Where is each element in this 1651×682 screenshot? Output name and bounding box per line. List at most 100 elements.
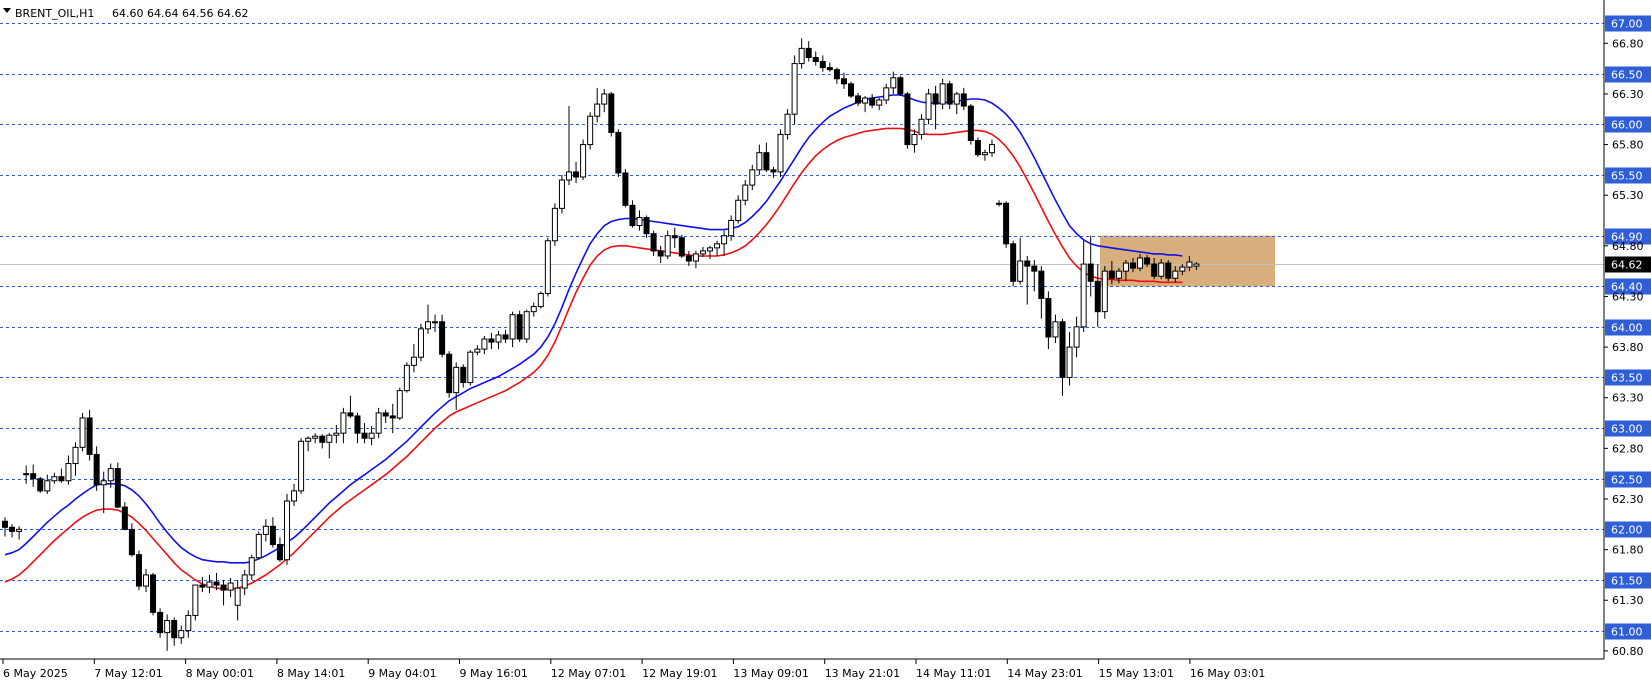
candle-body: [1108, 270, 1115, 279]
candle-body: [1130, 262, 1136, 269]
time-label: 13 May 21:01: [825, 667, 900, 680]
candle-body: [1038, 270, 1045, 299]
candle-body: [671, 235, 678, 239]
candle: [791, 55, 798, 125]
time-label: 6 May 2025: [3, 667, 68, 680]
candle-body: [396, 390, 403, 419]
candle-body: [960, 93, 967, 107]
candle-body: [819, 61, 826, 69]
candle: [974, 137, 981, 157]
candle-body: [784, 113, 791, 135]
candle-body: [312, 435, 319, 439]
candle: [446, 351, 453, 398]
candle-body: [481, 338, 488, 350]
candle-body: [685, 255, 692, 262]
candle-body: [30, 473, 37, 480]
candle-body: [537, 292, 544, 308]
candle-body: [446, 353, 453, 394]
candle-body: [432, 321, 439, 324]
candle-body: [883, 87, 890, 101]
time-label: 16 May 03:01: [1190, 667, 1265, 680]
level-label: 63.50: [1611, 372, 1643, 385]
candle-body: [213, 581, 220, 586]
candle-body: [777, 133, 784, 173]
candle: [897, 75, 904, 96]
price-tick-label: 61.80: [1612, 544, 1644, 557]
candle-body: [530, 306, 537, 313]
candle-body: [326, 434, 333, 443]
symbol-label: BRENT_OIL,H1: [15, 7, 94, 20]
candle-body: [629, 204, 636, 227]
candle-body: [150, 574, 157, 613]
price-tick-label: 60.80: [1612, 645, 1644, 658]
candle: [551, 203, 558, 246]
candle-body: [967, 105, 974, 142]
candle: [848, 81, 854, 98]
candle-body: [833, 69, 840, 80]
candle-body: [516, 314, 523, 340]
candle-body: [157, 611, 164, 634]
candle-body: [1137, 257, 1144, 269]
candle-body: [587, 115, 594, 146]
candle-body: [601, 93, 608, 105]
candle-body: [9, 526, 16, 532]
level-label: 62.00: [1611, 524, 1643, 537]
candle-body: [262, 525, 269, 535]
candle-body: [911, 133, 918, 146]
price-tick-label: 61.30: [1612, 594, 1644, 607]
candle-body: [622, 172, 629, 206]
candle-body: [1172, 270, 1179, 279]
candle-body: [425, 321, 431, 330]
price-tick-label: 65.80: [1612, 139, 1644, 152]
candle-body: [417, 328, 424, 358]
chart-header: BRENT_OIL,H1 64.60 64.64 64.56 64.62: [3, 7, 248, 20]
candle-body: [848, 83, 854, 97]
candle-body: [1010, 243, 1017, 282]
candle: [114, 462, 121, 509]
candle-body: [248, 557, 255, 576]
candle-body: [368, 432, 375, 439]
candle-body: [347, 412, 354, 417]
candle-body: [474, 348, 481, 353]
candle-body: [291, 490, 298, 502]
candle-body: [72, 446, 79, 465]
candle: [777, 129, 784, 177]
price-chart[interactable]: 67.0066.5066.0065.5064.9064.4064.0063.50…: [0, 0, 1651, 682]
candle-body: [763, 152, 770, 171]
candle-body: [255, 533, 262, 559]
candle: [904, 91, 911, 149]
candle-body: [890, 77, 897, 89]
candle-body: [636, 216, 643, 227]
candle-body: [2, 520, 8, 528]
price-tick-label: 66.80: [1612, 37, 1644, 50]
candle-body: [551, 207, 558, 242]
candle-body: [925, 93, 932, 120]
candle-body: [467, 351, 474, 384]
candle-body: [319, 435, 326, 443]
time-label: 9 May 16:01: [460, 667, 528, 680]
candle: [523, 309, 530, 344]
candle-body: [573, 171, 580, 178]
candle-body: [100, 480, 107, 486]
candle: [587, 112, 594, 150]
time-label: 14 May 11:01: [916, 667, 991, 680]
candle-body: [51, 476, 58, 482]
candle-body: [1052, 321, 1059, 338]
candle-body: [812, 56, 819, 63]
candle: [1165, 260, 1172, 282]
level-label: 63.00: [1611, 423, 1643, 436]
candle: [544, 237, 551, 297]
candle-body: [143, 574, 149, 587]
candle-body: [114, 468, 121, 508]
candle-body: [742, 184, 749, 201]
candle-body: [1186, 261, 1193, 268]
level-label: 62.50: [1611, 474, 1643, 487]
candle-body: [721, 235, 728, 245]
candle-body: [284, 500, 290, 561]
candle: [37, 476, 44, 493]
candle-body: [714, 243, 721, 249]
candle-body: [770, 169, 777, 173]
candle-body: [918, 118, 925, 135]
candle-body: [678, 237, 685, 257]
candle-body: [692, 253, 699, 262]
